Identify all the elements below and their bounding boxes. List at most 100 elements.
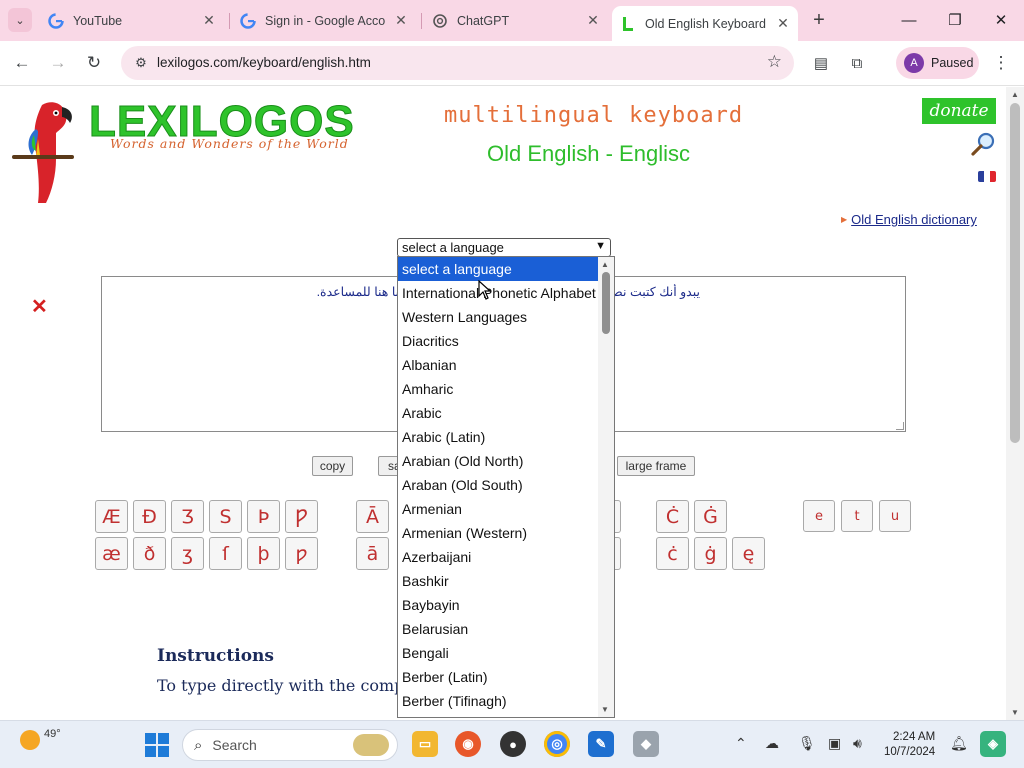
site-settings-icon[interactable]: ⚙ — [133, 55, 149, 71]
key-t[interactable]: t — [841, 500, 873, 532]
close-icon[interactable]: ✕ — [774, 15, 792, 33]
app-icon-2[interactable]: ◆ — [633, 731, 659, 757]
language-option[interactable]: Albanian — [398, 353, 599, 377]
tab-google-sign-in[interactable]: Sign in - Google Acco ✕ — [236, 6, 416, 35]
language-option[interactable]: Armenian (Western) — [398, 521, 599, 545]
language-option[interactable]: Belarusian — [398, 617, 599, 641]
scroll-up-icon[interactable]: ▲ — [1011, 90, 1019, 99]
dropdown-scrollbar[interactable]: ▲ ▼ — [598, 257, 614, 717]
new-tab-button[interactable]: + — [808, 9, 830, 31]
key-e-ogonek[interactable]: ę — [732, 537, 765, 570]
language-option[interactable]: Berber (Latin) — [398, 665, 599, 689]
system-clock[interactable]: 2:24 AM 10/7/2024 — [884, 730, 935, 760]
scroll-down-icon[interactable]: ▼ — [601, 705, 609, 714]
language-option[interactable]: Arabian (Old North) — [398, 449, 599, 473]
dropdown-scroll-thumb[interactable] — [602, 272, 610, 334]
chevron-up-icon[interactable]: ⌃ — [735, 735, 747, 752]
tab-chatgpt[interactable]: ChatGPT ✕ — [428, 6, 608, 35]
network-off-icon[interactable]: ☁ — [765, 735, 779, 752]
tab-youtube[interactable]: YouTube ✕ — [44, 6, 224, 35]
editor-icon[interactable]: ✎ — [588, 731, 614, 757]
key-a-macron-upper[interactable]: Ā — [356, 500, 389, 533]
chrome-icon[interactable]: ◎ — [544, 731, 570, 757]
key-ezh-upper[interactable]: Ʒ — [171, 500, 204, 533]
restore-button[interactable]: ❐ — [943, 9, 967, 31]
language-option[interactable]: Diacritics — [398, 329, 599, 353]
french-flag-icon[interactable] — [978, 171, 996, 182]
language-option[interactable]: Amharic — [398, 377, 599, 401]
back-button[interactable]: ← — [10, 51, 34, 75]
donate-button[interactable]: donate — [922, 98, 996, 124]
page-scrollbar[interactable]: ▲ ▼ — [1006, 87, 1024, 720]
minimize-button[interactable]: — — [897, 9, 921, 31]
key-u[interactable]: u — [879, 500, 911, 532]
language-option[interactable]: Western Languages — [398, 305, 599, 329]
dictionary-link[interactable]: ▶ Old English dictionary — [841, 212, 977, 227]
language-option[interactable]: Baybayin — [398, 593, 599, 617]
key-long-s[interactable]: ſ — [209, 537, 242, 570]
tab-search-button[interactable]: ⌄ — [8, 8, 32, 32]
browser-menu-button[interactable]: ⋮ — [992, 51, 1010, 75]
language-option[interactable]: Bashkir — [398, 569, 599, 593]
language-option[interactable]: Armenian — [398, 497, 599, 521]
file-explorer-icon[interactable]: ▭ — [412, 731, 438, 757]
language-option[interactable]: select a language — [398, 257, 599, 281]
firefox-icon[interactable]: ◉ — [455, 731, 481, 757]
address-bar[interactable]: ⚙ lexilogos.com/keyboard/english.htm ☆ — [121, 46, 794, 80]
language-option[interactable]: Arabic (Latin) — [398, 425, 599, 449]
reload-button[interactable]: ↻ — [82, 51, 106, 75]
copilot-icon[interactable]: ◈ — [980, 731, 1006, 757]
key-ae-upper[interactable]: Æ — [95, 500, 128, 533]
close-window-button[interactable]: ✕ — [989, 9, 1013, 31]
close-icon[interactable]: ✕ — [200, 12, 218, 30]
key-ae-lower[interactable]: æ — [95, 537, 128, 570]
app-icon[interactable]: ● — [500, 731, 526, 757]
key-c-dot-lower[interactable]: ċ — [656, 537, 689, 570]
search-icon[interactable] — [970, 131, 996, 157]
extensions-icon[interactable]: ⧉ — [845, 51, 869, 75]
display-icon[interactable]: ▣ — [828, 735, 841, 752]
bookmark-star-icon[interactable]: ☆ — [767, 52, 782, 72]
close-icon[interactable]: ✕ — [392, 12, 410, 30]
language-dropdown-list[interactable]: select a language International Phonetic … — [397, 256, 615, 718]
key-thorn-lower[interactable]: þ — [247, 537, 280, 570]
key-c-dot-upper[interactable]: Ċ — [656, 500, 689, 533]
tab-old-english-keyboard[interactable]: Old English Keyboard ✕ — [612, 6, 798, 41]
key-eth-lower[interactable]: ð — [133, 537, 166, 570]
key-wynn-upper[interactable]: Ƿ — [285, 500, 318, 533]
large-frame-button[interactable]: large frame — [617, 456, 695, 476]
language-option[interactable]: Arabic — [398, 401, 599, 425]
language-option[interactable]: Bengali — [398, 641, 599, 665]
language-select[interactable]: select a language ▼ — [397, 238, 611, 257]
key-thorn-upper[interactable]: Þ — [247, 500, 280, 533]
scroll-up-icon[interactable]: ▲ — [601, 260, 609, 269]
dictionary-link-text[interactable]: Old English dictionary — [851, 212, 977, 227]
language-option[interactable]: Azerbaijani — [398, 545, 599, 569]
microphone-icon[interactable]: 🎙︎ — [798, 735, 816, 752]
resize-handle-icon[interactable] — [896, 422, 904, 430]
page-scroll-thumb[interactable] — [1010, 103, 1020, 443]
media-icon[interactable]: ▤ — [809, 51, 833, 75]
key-g-dot-upper[interactable]: Ġ — [694, 500, 727, 533]
volume-icon[interactable]: 🔊︎ — [853, 735, 862, 752]
close-icon[interactable]: ✕ — [584, 12, 602, 30]
key-eth-upper[interactable]: Đ — [133, 500, 166, 533]
language-option[interactable]: International Phonetic Alphabet — [398, 281, 599, 305]
language-option[interactable]: Araban (Old South) — [398, 473, 599, 497]
key-ezh-lower[interactable]: ʒ — [171, 537, 204, 570]
profile-button[interactable]: A Paused — [896, 47, 979, 79]
notification-bell-icon[interactable]: 🔔︎ — [950, 735, 968, 752]
key-a-macron-lower[interactable]: ā — [356, 537, 389, 570]
weather-widget[interactable]: 49° — [20, 728, 61, 750]
key-wynn-lower[interactable]: ƿ — [285, 537, 318, 570]
clear-text-button[interactable]: ✕ — [31, 294, 48, 319]
taskbar-search[interactable]: ⌕ Search — [182, 729, 398, 761]
copy-button[interactable]: copy — [312, 456, 353, 476]
key-e[interactable]: e — [803, 500, 835, 532]
start-button[interactable] — [145, 733, 169, 757]
url-text[interactable]: lexilogos.com/keyboard/english.htm — [157, 55, 371, 70]
forward-button[interactable]: → — [46, 51, 70, 75]
scroll-down-icon[interactable]: ▼ — [1011, 708, 1019, 717]
language-option[interactable]: Berber (Tifinagh) — [398, 689, 599, 713]
key-s-upper[interactable]: S — [209, 500, 242, 533]
